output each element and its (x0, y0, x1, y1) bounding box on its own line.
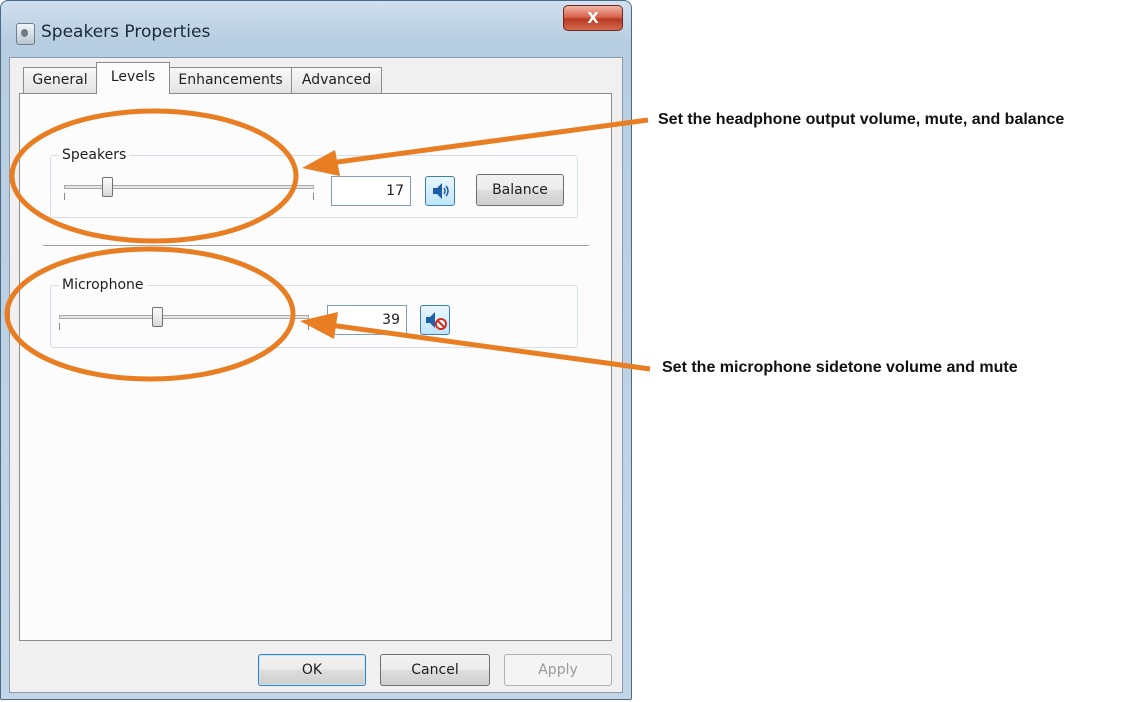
apply-button[interactable]: Apply (504, 654, 612, 686)
levels-tab-panel: Speakers 17 Balance Microphone 39 (19, 93, 612, 641)
ok-button[interactable]: OK (258, 654, 366, 686)
speakers-group-label: Speakers (59, 147, 130, 163)
levels-separator (43, 245, 589, 247)
tab-levels[interactable]: Levels (96, 62, 170, 94)
speakers-properties-window: Speakers Properties X General Levels Enh… (0, 0, 632, 700)
speaker-volume-icon (433, 183, 449, 199)
tab-advanced[interactable]: Advanced (291, 67, 382, 93)
microphone-slider-tick (59, 323, 60, 330)
tab-enhancements[interactable]: Enhancements (169, 67, 292, 93)
speakers-volume-slider[interactable] (101, 177, 113, 197)
microphone-slider-track[interactable] (59, 315, 309, 319)
close-button[interactable]: X (563, 5, 623, 31)
headphone-callout-text: Set the headphone output volume, mute, a… (658, 111, 1065, 128)
microphone-volume-slider[interactable] (151, 307, 163, 327)
window-title: Speakers Properties (41, 22, 211, 42)
title-bar[interactable]: Speakers Properties X (1, 1, 631, 57)
speakers-slider-tick (64, 193, 65, 200)
tab-general[interactable]: General (23, 67, 97, 93)
balance-button[interactable]: Balance (476, 174, 564, 206)
microphone-mute-button[interactable] (420, 305, 450, 335)
speakers-slider-tick (313, 193, 314, 200)
microphone-callout-text: Set the microphone sidetone volume and m… (662, 359, 1018, 376)
microphone-slider-tick (308, 323, 309, 330)
microphone-group-label: Microphone (59, 277, 147, 293)
speakers-mute-button[interactable] (425, 176, 455, 206)
cancel-button[interactable]: Cancel (380, 654, 490, 686)
microphone-volume-value[interactable]: 39 (327, 305, 407, 335)
speaker-window-icon (16, 23, 35, 45)
speakers-volume-value[interactable]: 17 (331, 176, 411, 206)
speaker-muted-icon (426, 312, 447, 330)
